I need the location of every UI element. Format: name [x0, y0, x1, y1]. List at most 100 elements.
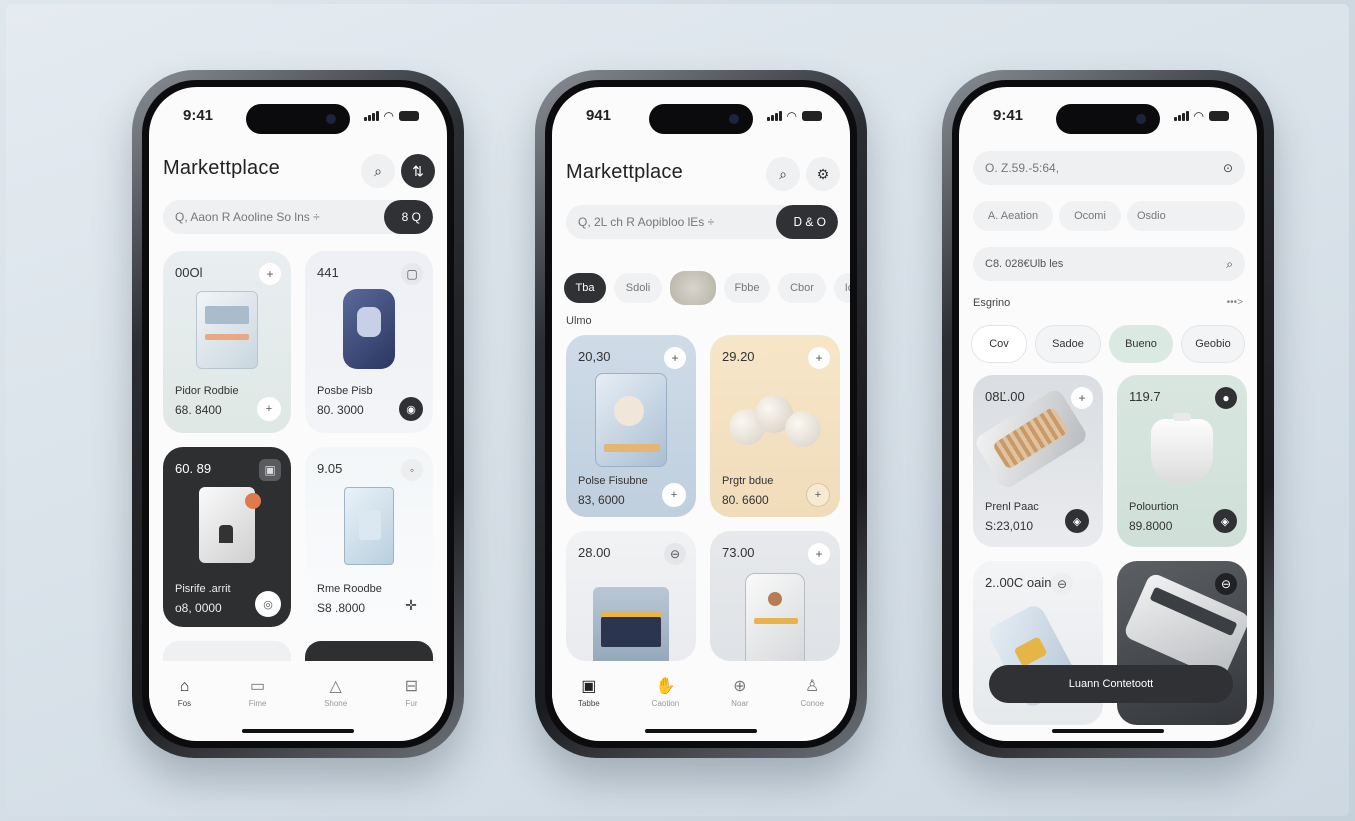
select-icon[interactable]: ● — [1215, 387, 1237, 409]
category-chip[interactable]: Cov — [971, 325, 1027, 363]
favorite-icon[interactable]: ◦ — [401, 459, 423, 481]
search-submit-button[interactable]: 8 Q — [383, 200, 433, 234]
product-amount: S8 .8000 — [317, 601, 366, 615]
cart-button[interactable]: ◈ — [1213, 509, 1237, 533]
search-icon[interactable]: ⌕ — [1226, 257, 1245, 272]
favorite-icon[interactable]: ⊖ — [664, 543, 686, 565]
partial-card — [305, 641, 433, 661]
tab-profile[interactable]: ⊟ Fur — [404, 677, 419, 708]
search-actions[interactable]: Ꭰ & O — [775, 205, 838, 239]
tab-shop[interactable]: △ Shone — [324, 677, 347, 708]
product-card[interactable]: 20,30 + Polse Fisubne 83, 6000 + — [566, 335, 696, 517]
product-price: 441 — [317, 265, 339, 280]
phone-mockup-1: 9:41 ◠ Markettplace ⌕ ⇅ Q, Aaon R Aoolin… — [132, 70, 464, 758]
add-to-cart-button[interactable]: + — [662, 483, 686, 507]
secondary-search-input[interactable]: C8. 028€Ulb les — [973, 258, 1226, 270]
product-price: 9.05 — [317, 461, 343, 476]
add-icon[interactable]: ✛ — [399, 593, 423, 617]
settings-button[interactable]: ⚙ — [806, 157, 840, 191]
chip[interactable]: Tba — [564, 273, 606, 303]
search-button[interactable]: ⌕ — [766, 157, 800, 191]
gear-icon: ⚙ — [816, 165, 830, 182]
tab-label: Noar — [731, 698, 749, 708]
home-indicator — [645, 729, 757, 733]
product-name: Pidor Rodbie — [175, 385, 239, 397]
product-amount: 68. 8400 — [175, 403, 222, 417]
tab-home[interactable]: ⌂ Fos — [178, 678, 191, 708]
chip[interactable]: Sdoli — [614, 273, 662, 303]
filter-button[interactable]: ⇅ — [401, 154, 435, 188]
search-bar[interactable]: Q, Aaon R Aooline So lns ÷ 8 Q — [163, 200, 433, 234]
product-card[interactable]: 9.05 ◦ Rme Roodbe S8 .8000 ✛ — [305, 447, 433, 627]
product-image — [1151, 413, 1213, 483]
product-card[interactable]: 08Ľ.00 + Prenl Paac S:23,010 ◈ — [973, 375, 1103, 547]
cart-button[interactable]: ◈ — [1065, 509, 1089, 533]
favorite-icon[interactable]: ⊖ — [1051, 573, 1073, 595]
category-chip[interactable]: Sadoe — [1035, 325, 1101, 363]
category-chip[interactable]: Geobio — [1181, 325, 1245, 363]
filter-chip[interactable]: Osdio — [1127, 201, 1245, 231]
add-icon[interactable]: + — [1071, 387, 1093, 409]
search-bar[interactable]: Q, 2L ch R Aopibloo lEs ÷ Ꭰ & O — [566, 205, 838, 239]
search-bar[interactable]: O. Z.59.-5:64, ⊙ — [973, 151, 1245, 185]
tab-home[interactable]: ▣ Tabbe — [578, 677, 600, 708]
product-card[interactable]: 119.7 ● Polourtion 89.8000 ◈ — [1117, 375, 1247, 547]
basket-icon: △ — [329, 677, 342, 695]
product-amount: S:23,010 — [985, 519, 1034, 533]
product-name: Prgtr bdue — [722, 475, 774, 487]
tab-categories[interactable]: ✋ Caotion — [652, 677, 680, 708]
add-icon[interactable]: + — [664, 347, 686, 369]
cart-icon: ⊟ — [404, 677, 419, 695]
tab-time[interactable]: ▭ Fime — [248, 678, 267, 708]
chip-image[interactable] — [670, 271, 716, 305]
chip[interactable]: Cbor — [778, 273, 826, 303]
product-name: Posbe Pisb — [317, 385, 373, 397]
add-icon[interactable]: + — [808, 543, 830, 565]
chip[interactable]: Ic — [834, 273, 850, 303]
product-price: 119.7 — [1129, 389, 1161, 404]
select-icon[interactable]: ⊖ — [1215, 573, 1237, 595]
bookmark-icon[interactable]: ▣ — [259, 459, 281, 481]
battery-icon — [802, 111, 822, 121]
category-chip[interactable]: Bueno — [1109, 325, 1173, 363]
search-input[interactable]: Q, 2L ch R Aopibloo lEs ÷ — [566, 215, 776, 229]
status-time: 9:41 — [993, 107, 1024, 124]
search-input[interactable]: O. Z.59.-5:64, — [973, 161, 1223, 175]
product-card[interactable]: 29.20 + Prgtr bdue 80. 6600 + — [710, 335, 840, 517]
secondary-search[interactable]: C8. 028€Ulb les ⌕ — [973, 247, 1245, 281]
product-card[interactable]: 441 ▢ Posbe Pisb 80. 3000 ◉ — [305, 251, 433, 433]
product-card[interactable]: 60. 89 ▣ Pisrife .arrit o8, 0000 ◎ — [163, 447, 291, 627]
search-input[interactable]: Q, Aaon R Aooline So lns ÷ — [163, 210, 384, 224]
search-button[interactable]: ⌕ — [361, 154, 395, 188]
tab-cart[interactable]: ⊕ Noar — [731, 677, 749, 708]
add-icon[interactable]: + — [808, 347, 830, 369]
filter-chip[interactable]: Ocomi — [1059, 201, 1121, 231]
product-card[interactable]: 28.00 ⊖ — [566, 531, 696, 661]
section-label: Esgrino — [973, 297, 1011, 309]
location-icon[interactable]: ⊙ — [1223, 161, 1245, 175]
dynamic-island — [246, 104, 350, 134]
chip[interactable]: Fbbe — [724, 273, 770, 303]
bag-icon: ▣ — [581, 677, 597, 695]
filter-chip[interactable]: A. Aeation — [973, 201, 1053, 231]
product-card[interactable]: 73.00 + — [710, 531, 840, 661]
add-icon[interactable]: + — [259, 263, 281, 285]
primary-action-button[interactable]: Luann Contetoott — [989, 665, 1233, 703]
see-all-link[interactable]: •••> — [1227, 297, 1243, 308]
select-button[interactable]: ◎ — [255, 591, 281, 617]
phone-screen-2: 941 ◠ Markettplace ⌕ ⚙ Q, 2L ch R Aopibl… — [552, 87, 850, 741]
dynamic-island — [1056, 104, 1160, 134]
cart-button[interactable]: ◉ — [399, 397, 423, 421]
add-to-cart-button[interactable]: + — [257, 397, 281, 421]
product-price: 28.00 — [578, 545, 611, 560]
wifi-icon: ◠ — [1193, 109, 1204, 123]
hand-icon: ✋ — [655, 677, 676, 695]
page-title: Markettplace — [163, 157, 280, 179]
basket-icon: ⊕ — [733, 677, 747, 695]
add-to-cart-button[interactable]: + — [806, 483, 830, 507]
bookmark-icon[interactable]: ▢ — [401, 263, 423, 285]
status-icons: ◠ — [363, 109, 419, 123]
product-card[interactable]: 00Ol + Pidor Rodbie 68. 8400 + — [163, 251, 291, 433]
tab-label: Fime — [248, 698, 267, 708]
tab-profile[interactable]: ♙ Conoe — [800, 678, 824, 708]
